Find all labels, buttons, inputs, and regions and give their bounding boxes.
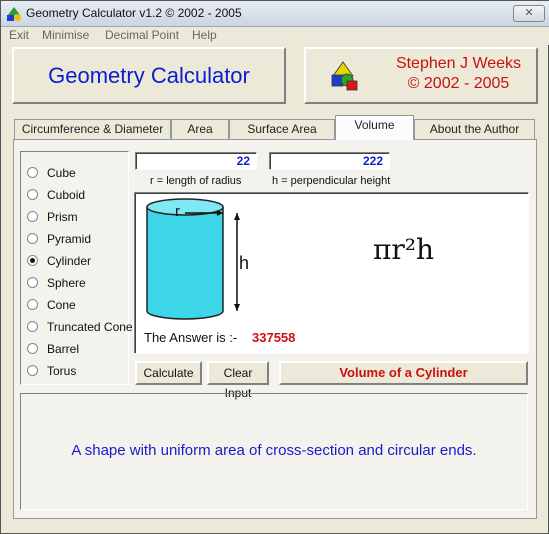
app-icon xyxy=(7,7,21,21)
radio-sphere[interactable]: Sphere xyxy=(27,275,127,293)
tab-volume[interactable]: Volume xyxy=(335,115,414,140)
app-window: Geometry Calculator v1.2 © 2002 - 2005 ✕… xyxy=(0,0,549,534)
menu-bar: Exit Minimise Decimal Point Help xyxy=(1,27,549,45)
tab-area[interactable]: Area xyxy=(171,119,229,139)
radio-selected-dot xyxy=(30,258,35,263)
shape-title: Volume of a Cylinder xyxy=(279,361,528,385)
radio-label: Truncated Cone xyxy=(47,320,133,334)
radio-label: Pyramid xyxy=(47,232,92,246)
copyright: © 2002 - 2005 xyxy=(407,75,510,92)
title-bar[interactable]: Geometry Calculator v1.2 © 2002 - 2005 ✕ xyxy=(1,1,549,27)
radius-label: r xyxy=(175,203,180,220)
close-button[interactable]: ✕ xyxy=(513,5,545,22)
radio-truncated-cone[interactable]: Truncated Cone xyxy=(27,319,133,337)
height-arrowhead-top xyxy=(234,213,240,220)
radio-button[interactable] xyxy=(27,277,38,288)
cylinder-drawing xyxy=(146,198,240,320)
header-author-panel: Stephen J Weeks © 2002 - 2005 xyxy=(304,47,538,104)
radio-button-selected[interactable] xyxy=(27,255,38,266)
radius-input[interactable]: 22 xyxy=(135,152,257,170)
height-label: h xyxy=(239,253,250,273)
radio-button[interactable] xyxy=(27,299,38,310)
header-title-panel: Geometry Calculator xyxy=(12,47,286,104)
radio-label: Cone xyxy=(47,298,76,312)
radio-button[interactable] xyxy=(27,189,38,200)
radio-button[interactable] xyxy=(27,211,38,222)
radio-label: Cylinder xyxy=(47,254,92,268)
height-arrowhead-bottom xyxy=(234,304,240,311)
radio-button[interactable] xyxy=(27,167,38,178)
author-credit: Stephen J Weeks © 2002 - 2005 xyxy=(386,54,531,94)
radio-barrel[interactable]: Barrel xyxy=(27,341,127,359)
radius-caption: r = length of radius xyxy=(150,175,242,187)
window-title: Geometry Calculator v1.2 © 2002 - 2005 xyxy=(26,6,242,20)
height-caption: h = perpendicular height xyxy=(272,175,391,187)
description-panel: A shape with uniform area of cross-secti… xyxy=(20,393,528,510)
volume-formula: πr²h xyxy=(373,233,435,266)
shapes-logo-icon xyxy=(331,61,358,91)
tab-circumference-diameter[interactable]: Circumference & Diameter xyxy=(14,119,171,139)
radio-torus[interactable]: Torus xyxy=(27,363,127,381)
radio-button[interactable] xyxy=(27,365,38,376)
cylinder-bottom-ellipse xyxy=(146,310,224,320)
app-heading: Geometry Calculator xyxy=(48,63,250,88)
clear-input-button[interactable]: Clear Input xyxy=(207,361,269,400)
menu-exit[interactable]: Exit xyxy=(9,27,29,43)
radio-label: Torus xyxy=(47,364,77,378)
menu-decimal-point[interactable]: Decimal Point xyxy=(105,27,179,43)
radio-cuboid[interactable]: Cuboid xyxy=(27,187,127,205)
answer-label: The Answer is :- xyxy=(144,330,238,345)
cylinder-body xyxy=(147,207,223,311)
shape-description: A shape with uniform area of cross-secti… xyxy=(71,442,477,459)
author-name: Stephen J Weeks xyxy=(395,55,522,72)
answer-value: 337558 xyxy=(252,330,296,345)
radio-prism[interactable]: Prism xyxy=(27,209,127,227)
radio-label: Cuboid xyxy=(47,188,86,202)
calculate-button[interactable]: Calculate xyxy=(135,361,202,385)
radio-cone[interactable]: Cone xyxy=(27,297,127,315)
height-input[interactable]: 222 xyxy=(269,152,390,170)
radio-label: Cube xyxy=(47,166,76,180)
radio-button[interactable] xyxy=(27,233,38,244)
radio-label: Barrel xyxy=(47,342,80,356)
menu-help[interactable]: Help xyxy=(192,27,217,43)
tab-surface-area[interactable]: Surface Area xyxy=(229,119,335,139)
radio-label: Sphere xyxy=(47,276,86,290)
radio-button[interactable] xyxy=(27,343,38,354)
radio-pyramid[interactable]: Pyramid xyxy=(27,231,127,249)
shape-selector: Cube Cuboid Prism Pyramid Cylinder Spher… xyxy=(20,151,133,385)
radio-cube[interactable]: Cube xyxy=(27,165,127,183)
diagram-panel: r h πr²h The Answer is :- 337558 xyxy=(134,192,529,354)
radio-button[interactable] xyxy=(27,321,38,332)
tab-about-author[interactable]: About the Author xyxy=(414,119,535,139)
radio-label: Prism xyxy=(47,210,78,224)
menu-minimise[interactable]: Minimise xyxy=(42,27,89,43)
radio-cylinder[interactable]: Cylinder xyxy=(27,253,127,271)
